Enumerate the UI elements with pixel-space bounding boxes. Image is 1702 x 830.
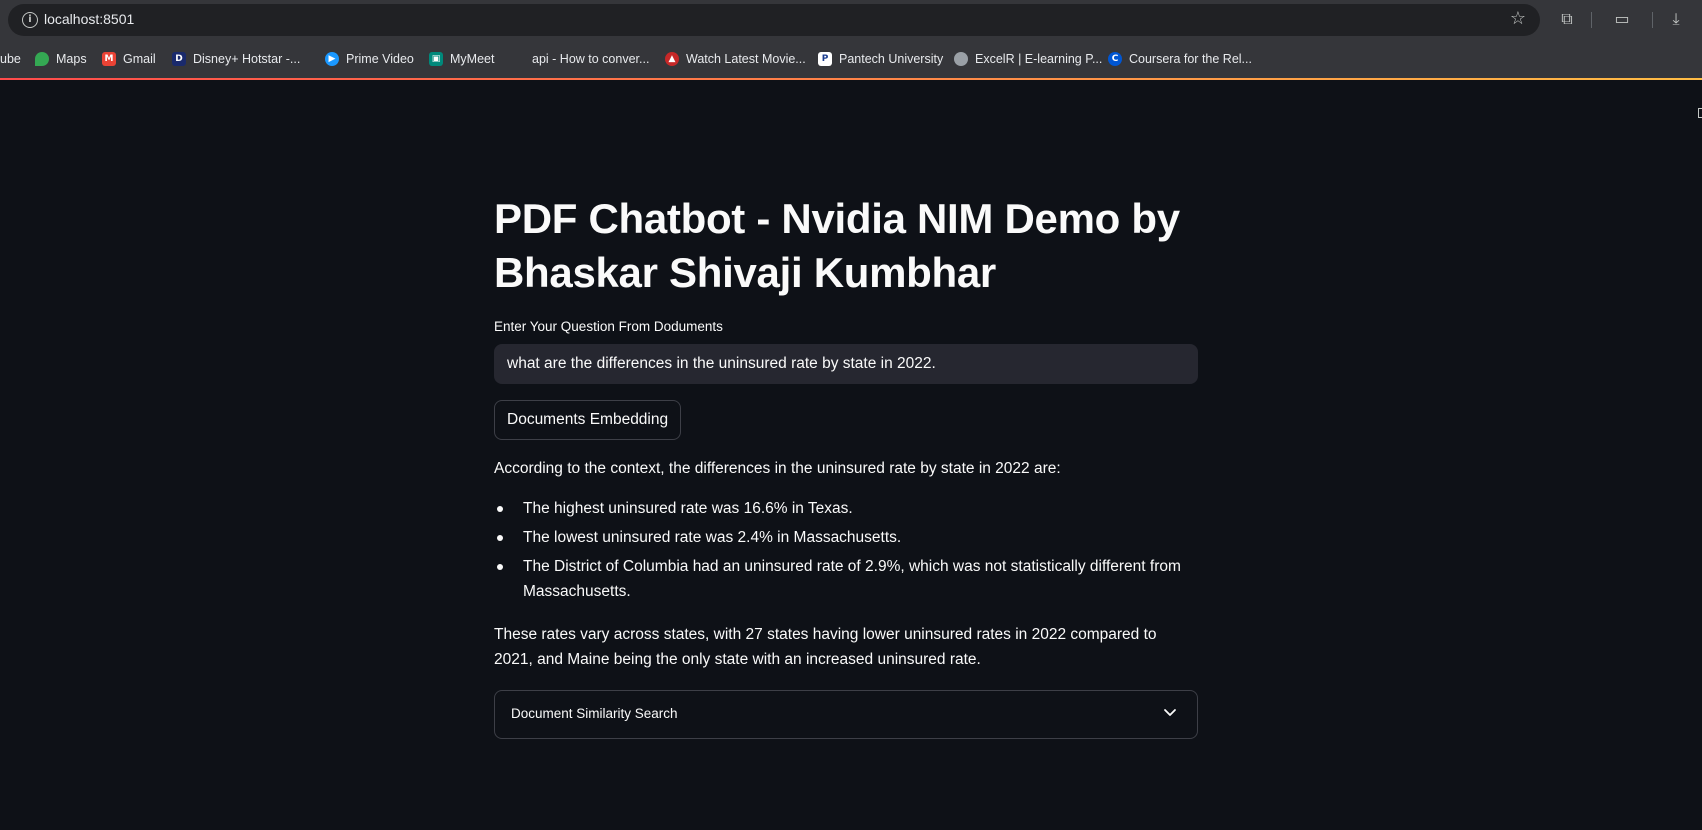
bookmark-label: Watch Latest Movie... [686, 52, 806, 66]
gmail-icon: M [102, 52, 116, 66]
list-item-text: The lowest uninsured rate was 2.4% in Ma… [523, 529, 902, 546]
meet-icon: ▣ [429, 52, 443, 66]
pantech-icon: P [818, 52, 832, 66]
streamlit-decoration-bar [0, 78, 1702, 80]
download-icon[interactable]: ⤓ [1665, 8, 1687, 30]
bullet-icon [497, 506, 503, 512]
bookmark-label: Disney+ Hotstar -... [193, 52, 301, 66]
answer-outro: These rates vary across states, with 27 … [494, 626, 1157, 668]
browser-toolbar: i localhost:8501 ☆ ⧉ ▭ ⤓ [0, 0, 1702, 40]
bookmark-label: api - How to conver... [532, 52, 650, 66]
bookmark-label: Pantech University [839, 52, 944, 66]
toolbar-divider [1591, 12, 1592, 28]
stackoverflow-icon [511, 52, 525, 66]
page-title: PDF Chatbot - Nvidia NIM Demo by Bhaskar… [494, 195, 1180, 296]
bullet-icon [497, 564, 503, 570]
address-url[interactable]: localhost:8501 [44, 11, 134, 27]
bookmark-maps[interactable]: Maps [35, 50, 87, 68]
bookmark-pantech[interactable]: P Pantech University [818, 50, 943, 68]
toolbar-divider [1652, 12, 1653, 28]
bookmark-label: Maps [56, 52, 87, 66]
bookmark-stackoverflow[interactable]: api - How to conver... [511, 50, 649, 68]
bookmarks-bar: ube Maps M Gmail D Disney+ Hotstar -... … [0, 40, 1702, 78]
documents-embedding-button[interactable]: Documents Embedding [494, 400, 682, 440]
document-similarity-expander[interactable]: Document Similarity Search [494, 690, 1198, 739]
list-item: The highest uninsured rate was 16.6% in … [494, 496, 1198, 521]
bookmark-excelr[interactable]: ExcelR | E-learning P... [954, 50, 1102, 68]
question-input[interactable] [494, 344, 1198, 384]
bookmark-label: ube [0, 52, 21, 66]
bookmark-mymeet[interactable]: ▣ MyMeet [429, 50, 494, 68]
answer-intro: According to the context, the difference… [494, 460, 1061, 477]
hotstar-icon: D [172, 52, 186, 66]
bookmark-label: Prime Video [346, 52, 414, 66]
tab-search-icon[interactable]: ▭ [1611, 8, 1633, 30]
bookmark-label: ExcelR | E-learning P... [975, 52, 1103, 66]
bookmark-label: Coursera for the Rel... [1129, 52, 1252, 66]
movie-icon: ▲ [665, 52, 679, 66]
coursera-icon: C [1108, 52, 1122, 66]
bookmark-label: Gmail [123, 52, 156, 66]
question-input-label: Enter Your Question From Doduments [494, 319, 723, 334]
address-bar[interactable]: i localhost:8501 ☆ [8, 4, 1540, 36]
list-item-text: The District of Columbia had an uninsure… [523, 558, 1181, 600]
list-item: The lowest uninsured rate was 2.4% in Ma… [494, 525, 1198, 550]
list-item: The District of Columbia had an uninsure… [494, 554, 1198, 604]
site-info-icon[interactable]: i [22, 12, 38, 28]
bookmark-youtube[interactable]: ube [0, 50, 21, 68]
prime-video-icon: ▶ [325, 52, 339, 66]
chevron-down-icon [1164, 709, 1176, 716]
answer-list: The highest uninsured rate was 16.6% in … [494, 496, 1198, 608]
bookmark-prime-video[interactable]: ▶ Prime Video [325, 50, 414, 68]
bookmark-gmail[interactable]: M Gmail [102, 50, 156, 68]
bookmark-movies[interactable]: ▲ Watch Latest Movie... [665, 50, 806, 68]
extensions-icon[interactable]: ⧉ [1556, 8, 1578, 30]
globe-icon [954, 52, 968, 66]
bookmark-star-icon[interactable]: ☆ [1510, 8, 1526, 29]
bullet-icon [497, 535, 503, 541]
expander-label: Document Similarity Search [511, 706, 678, 721]
bookmark-coursera[interactable]: C Coursera for the Rel... [1108, 50, 1252, 68]
bookmark-label: MyMeet [450, 52, 495, 66]
scrollbar-marker [1698, 108, 1702, 118]
bookmark-hotstar[interactable]: D Disney+ Hotstar -... [172, 50, 300, 68]
list-item-text: The highest uninsured rate was 16.6% in … [523, 500, 853, 517]
maps-icon [35, 52, 49, 66]
